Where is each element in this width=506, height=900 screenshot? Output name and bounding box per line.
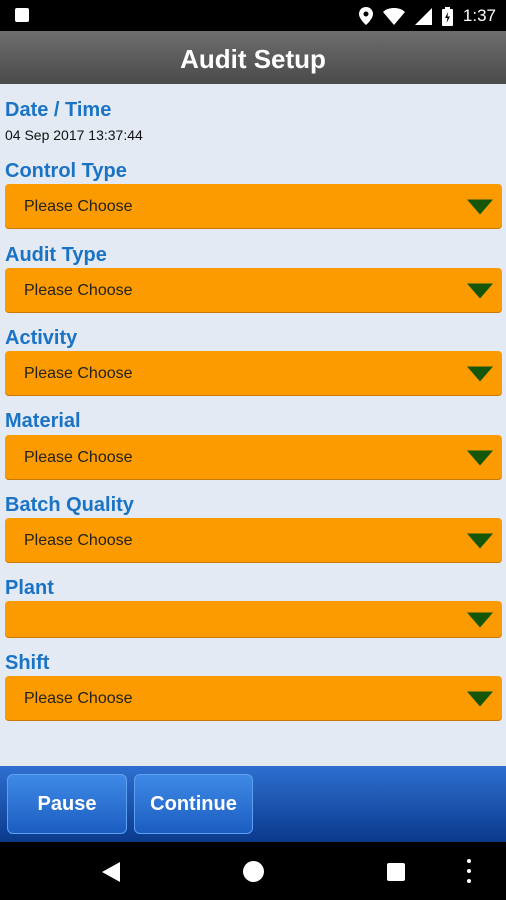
activity-dropdown[interactable]: Please Choose [5,351,502,396]
material-dropdown[interactable]: Please Choose [5,435,502,480]
control-type-dropdown[interactable]: Please Choose [5,184,502,229]
chevron-down-icon [467,533,493,548]
chevron-down-icon [467,612,493,627]
dropdown-value: Please Choose [24,689,133,707]
date-time-label: Date / Time [5,99,112,121]
activity-label: Activity [5,327,78,349]
dropdown-value: Please Choose [24,364,133,382]
audit-type-dropdown[interactable]: Please Choose [5,268,502,313]
chevron-down-icon [467,283,493,298]
wifi-icon [382,7,405,25]
continue-button[interactable]: Continue [134,774,253,834]
date-time-value: 04 Sep 2017 13:37:44 [5,127,143,143]
back-icon[interactable] [102,862,120,882]
control-type-label: Control Type [5,160,127,182]
title-bar: Audit Setup [0,31,506,85]
material-label: Material [5,410,81,432]
dropdown-value: Please Choose [24,531,133,549]
audit-type-label: Audit Type [5,244,107,266]
status-bar: 1:37 [0,0,506,31]
clock: 1:37 [462,6,496,25]
chevron-down-icon [467,366,493,381]
battery-icon [441,6,453,26]
recent-apps-icon[interactable] [387,863,405,881]
page-title: Audit Setup [180,44,326,74]
pause-button[interactable]: Pause [7,774,127,834]
home-icon[interactable] [243,861,264,882]
dropdown-value: Please Choose [24,281,133,299]
navigation-bar [0,842,506,900]
status-icons: 1:37 [358,5,496,27]
chevron-down-icon [467,199,493,214]
plant-label: Plant [5,577,54,599]
button-bar: Pause Continue [0,766,506,842]
notification-icon [15,8,29,22]
location-icon [358,7,373,25]
dropdown-value: Please Choose [24,448,133,466]
chevron-down-icon [467,691,493,706]
shift-label: Shift [5,652,50,674]
dropdown-value: Please Choose [24,197,133,215]
shift-dropdown[interactable]: Please Choose [5,676,502,721]
chevron-down-icon [467,450,493,465]
batch-quality-label: Batch Quality [5,494,134,516]
batch-quality-dropdown[interactable]: Please Choose [5,518,502,563]
signal-icon [414,7,432,25]
plant-dropdown[interactable] [5,601,502,638]
overflow-menu-icon[interactable] [467,859,471,883]
